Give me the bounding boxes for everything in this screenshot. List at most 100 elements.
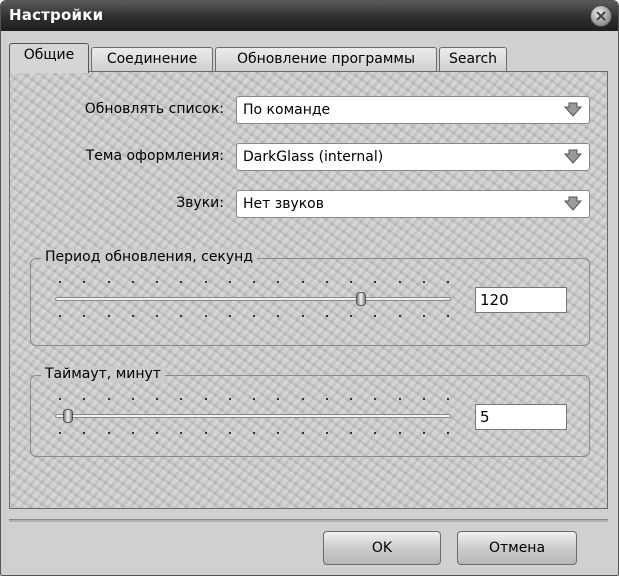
slider-tick <box>83 315 86 317</box>
update-period-group: Период обновления, секунд 120 <box>30 249 590 346</box>
update-list-label: Обновлять список: <box>84 101 224 117</box>
slider-tick <box>325 281 328 283</box>
slider-tick <box>83 281 86 283</box>
slider-tick <box>398 281 401 283</box>
chevron-down-icon <box>563 196 583 211</box>
slider-tick <box>107 398 110 400</box>
slider-tick <box>180 281 183 283</box>
slider-tick <box>350 315 352 317</box>
slider-tick <box>253 432 255 434</box>
slider-tick <box>301 398 304 400</box>
cancel-button[interactable]: Отмена <box>457 531 577 565</box>
settings-window: Настройки Общие Соединение Обновление пр… <box>0 0 619 576</box>
timeout-track[interactable] <box>55 414 451 418</box>
slider-tick <box>156 315 158 317</box>
slider-tick <box>107 432 110 434</box>
update-period-input[interactable]: 120 <box>475 287 567 313</box>
sounds-label: Звуки: <box>176 195 224 211</box>
timeout-slider-thumb[interactable] <box>62 409 73 423</box>
slider-tick <box>422 398 425 400</box>
slider-tick <box>156 281 158 283</box>
theme-label: Тема оформления: <box>85 148 224 164</box>
slider-tick <box>325 398 328 400</box>
slider-tick <box>83 398 86 400</box>
slider-tick <box>301 315 304 317</box>
slider-tick <box>253 315 255 317</box>
ok-button[interactable]: OK <box>323 531 441 565</box>
slider-tick <box>325 432 328 434</box>
chevron-down-icon <box>563 102 583 117</box>
slider-tick <box>204 281 207 283</box>
slider-tick <box>374 315 377 317</box>
slider-tick <box>156 432 158 434</box>
tab-general[interactable]: Общие <box>9 43 89 73</box>
title-bar[interactable]: Настройки <box>1 1 618 31</box>
slider-tick <box>131 398 134 400</box>
slider-tick <box>350 398 352 400</box>
slider-tick <box>107 281 110 283</box>
slider-tick <box>156 398 158 400</box>
slider-tick <box>83 432 86 434</box>
slider-tick <box>228 398 231 400</box>
slider-tick <box>59 432 61 434</box>
theme-value: DarkGlass (internal) <box>243 149 384 165</box>
slider-tick <box>277 398 280 400</box>
slider-tick <box>131 432 134 434</box>
slider-tick <box>374 432 377 434</box>
slider-tick <box>59 281 61 283</box>
slider-tick <box>253 398 255 400</box>
slider-tick <box>374 281 377 283</box>
slider-tick <box>277 315 280 317</box>
slider-tick <box>228 315 231 317</box>
update-period-track[interactable] <box>55 297 451 301</box>
slider-tick <box>325 315 328 317</box>
slider-tick <box>228 281 231 283</box>
update-period-slider-thumb[interactable] <box>356 292 367 306</box>
slider-tick <box>447 432 449 434</box>
slider-tick <box>59 315 61 317</box>
tab-connection[interactable]: Соединение <box>91 47 213 71</box>
slider-tick <box>180 398 183 400</box>
tab-program-update[interactable]: Обновление программы <box>215 47 437 71</box>
slider-tick <box>398 315 401 317</box>
slider-tick <box>350 281 352 283</box>
tab-search[interactable]: Search <box>439 47 507 71</box>
slider-tick <box>131 315 134 317</box>
slider-tick <box>422 432 425 434</box>
sounds-value: Нет звуков <box>243 196 324 212</box>
slider-tick <box>447 398 449 400</box>
slider-tick <box>350 432 352 434</box>
close-button[interactable] <box>590 5 612 27</box>
slider-tick <box>131 281 134 283</box>
slider-tick <box>398 398 401 400</box>
slider-tick <box>107 315 110 317</box>
slider-tick <box>204 432 207 434</box>
slider-tick <box>204 315 207 317</box>
slider-tick <box>180 432 183 434</box>
slider-tick <box>204 398 207 400</box>
slider-tick <box>422 281 425 283</box>
slider-tick <box>180 315 183 317</box>
slider-tick <box>447 281 449 283</box>
update-list-value: По команде <box>243 102 331 118</box>
slider-tick <box>301 432 304 434</box>
close-icon <box>596 11 606 21</box>
sounds-dropdown[interactable]: Нет звуков <box>236 190 590 218</box>
timeout-title: Таймаут, минут <box>41 366 165 382</box>
chevron-down-icon <box>563 149 583 164</box>
slider-tick <box>59 398 61 400</box>
slider-tick <box>398 432 401 434</box>
timeout-input[interactable]: 5 <box>475 404 567 430</box>
slider-tick <box>228 432 231 434</box>
slider-tick <box>422 315 425 317</box>
slider-tick <box>447 315 449 317</box>
slider-tick <box>277 281 280 283</box>
update-list-dropdown[interactable]: По команде <box>236 96 590 124</box>
slider-tick <box>374 398 377 400</box>
timeout-group: Таймаут, минут 5 <box>30 366 590 457</box>
general-panel: Обновлять список: По команде Тема оформл… <box>9 71 608 509</box>
theme-dropdown[interactable]: DarkGlass (internal) <box>236 143 590 171</box>
window-title: Настройки <box>9 6 104 24</box>
slider-tick <box>301 281 304 283</box>
slider-tick <box>253 281 255 283</box>
